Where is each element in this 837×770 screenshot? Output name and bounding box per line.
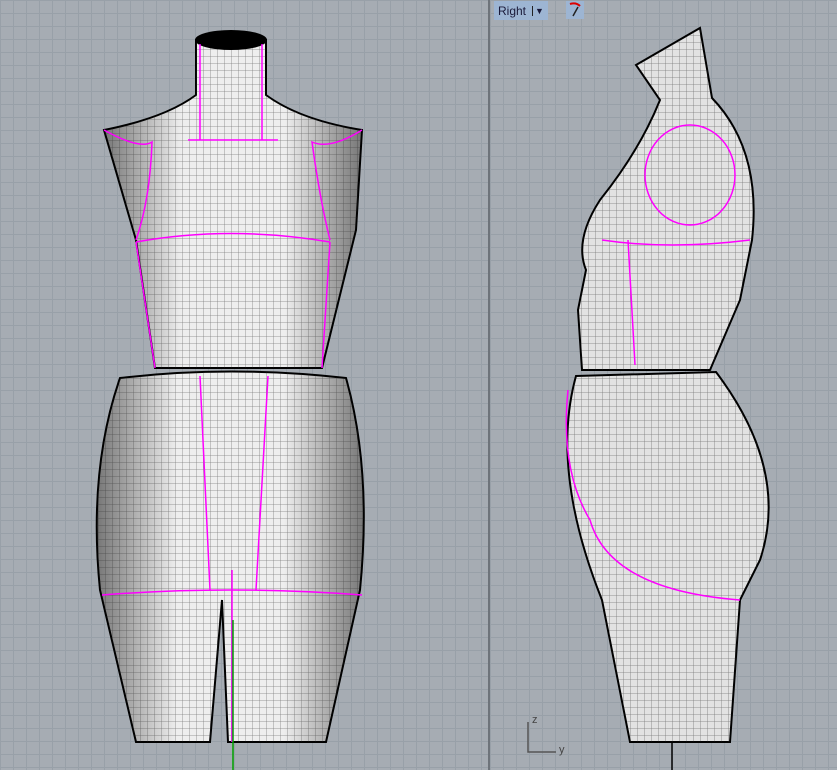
y-axis-label: y <box>559 744 565 756</box>
front-viewport[interactable] <box>0 0 488 770</box>
front-hips-legs <box>95 370 365 743</box>
side-mannequin-mesh <box>527 26 770 770</box>
right-viewport[interactable]: Right ▼ z y <box>490 0 837 770</box>
front-torso <box>102 30 364 369</box>
z-axis-label: z <box>532 714 538 726</box>
axis-indicator <box>527 722 556 753</box>
front-mannequin-mesh <box>95 30 365 770</box>
